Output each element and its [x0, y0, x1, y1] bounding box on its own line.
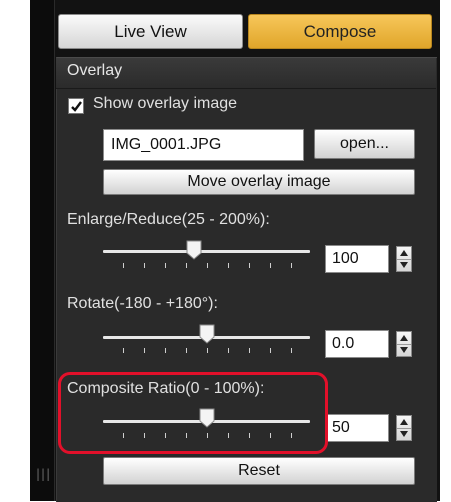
rotate-slider-thumb[interactable]: [199, 324, 215, 344]
move-overlay-button[interactable]: Move overlay image: [103, 169, 415, 195]
tab-compose[interactable]: Compose: [248, 14, 432, 49]
spin-down-icon[interactable]: [397, 429, 411, 441]
enlarge-slider-thumb[interactable]: [186, 240, 202, 260]
enlarge-spinner[interactable]: [396, 246, 412, 272]
rotate-ticks: [103, 348, 310, 354]
rotate-value-input[interactable]: 0.0: [325, 330, 389, 358]
composite-spinner[interactable]: [396, 415, 412, 441]
enlarge-value-input[interactable]: 100: [325, 245, 389, 273]
rotate-spinner[interactable]: [396, 331, 412, 357]
spin-down-icon[interactable]: [397, 345, 411, 357]
resize-grip-icon[interactable]: |||: [36, 465, 50, 483]
enlarge-label: Enlarge/Reduce(25 - 200%):: [67, 211, 270, 228]
tab-live-view[interactable]: Live View: [58, 14, 243, 49]
show-overlay-label: Show overlay image: [93, 95, 238, 112]
composite-ratio-highlight: [58, 372, 328, 454]
checkmark-icon: [70, 100, 82, 112]
composite-value-input[interactable]: 50: [325, 414, 389, 442]
overlay-file-field[interactable]: IMG_0001.JPG: [103, 129, 304, 161]
reset-button[interactable]: Reset: [103, 457, 415, 485]
enlarge-ticks: [103, 263, 310, 269]
spin-up-icon[interactable]: [397, 247, 411, 260]
spin-up-icon[interactable]: [397, 332, 411, 345]
spin-up-icon[interactable]: [397, 416, 411, 429]
left-strip: [30, 0, 55, 501]
rotate-label: Rotate(-180 - +180°):: [67, 295, 218, 312]
open-button[interactable]: open...: [314, 129, 415, 159]
overlay-title: Overlay: [67, 62, 123, 79]
spin-down-icon[interactable]: [397, 260, 411, 272]
show-overlay-checkbox[interactable]: [68, 98, 84, 114]
enlarge-slider-track[interactable]: [103, 250, 310, 253]
